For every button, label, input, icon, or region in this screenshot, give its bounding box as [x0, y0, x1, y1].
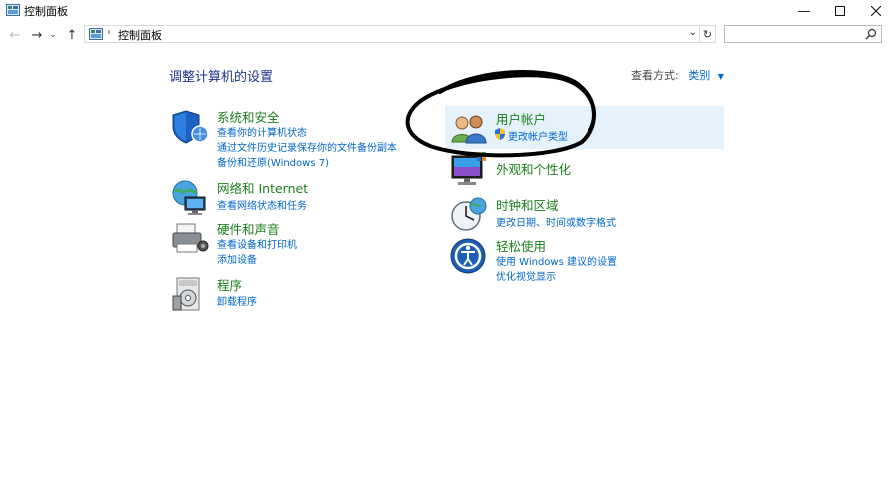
hand-drawn-circle-annotation [405, 69, 596, 158]
link-change-date-time-format[interactable]: 更改日期、时间或数字格式 [496, 214, 616, 229]
window-title: 控制面板 [24, 5, 68, 18]
arrow-up-icon: ↑ [66, 27, 78, 43]
link-change-account-type[interactable]: 更改帐户类型 [508, 128, 568, 143]
shield-icon [172, 110, 209, 144]
maximize-icon [835, 6, 845, 16]
category-programs: 程序 卸载程序 [171, 276, 431, 314]
view-by: 查看方式: 类别 ▼ [631, 67, 724, 83]
clock-globe-icon [451, 197, 487, 231]
maximize-button[interactable] [822, 0, 858, 22]
back-button[interactable]: ← [6, 26, 24, 44]
page-title: 调整计算机的设置 [169, 70, 274, 85]
refresh-icon: ↻ [702, 27, 713, 41]
link-view-computer-status[interactable]: 查看你的计算机状态 [217, 124, 307, 139]
control-panel-icon [6, 4, 20, 16]
address-bar[interactable]: › 控制面板 ⌄ [84, 25, 700, 43]
close-button[interactable] [858, 0, 894, 22]
close-icon [871, 6, 881, 16]
view-by-label: 查看方式: [631, 69, 679, 82]
users-icon [451, 115, 487, 144]
navigation-bar: ← → ⌄ ↑ › 控制面板 ⌄ ↻ [0, 24, 894, 46]
minimize-button[interactable]: — [786, 0, 822, 22]
category-appearance: 外观和个性化 [450, 152, 720, 190]
arrow-left-icon: ← [9, 27, 21, 43]
chevron-down-icon[interactable]: ⌄ [689, 27, 697, 38]
category-title-programs[interactable]: 程序 [217, 275, 242, 294]
arrow-right-icon: → [31, 27, 43, 43]
category-hardware-sound: 硬件和声音 查看设备和打印机 添加设备 [171, 220, 431, 266]
chevron-down-icon: ⌄ [49, 30, 57, 40]
link-devices-printers[interactable]: 查看设备和打印机 [217, 236, 297, 251]
link-uninstall-program[interactable]: 卸载程序 [217, 293, 257, 308]
programs-disc-icon [172, 277, 200, 311]
forward-button[interactable]: → [28, 26, 46, 44]
link-network-status[interactable]: 查看网络状态和任务 [217, 197, 307, 212]
title-bar: 控制面板 — [0, 0, 894, 22]
up-button[interactable]: ↑ [63, 26, 81, 44]
ease-of-access-icon [450, 238, 486, 274]
category-clock-region: 时钟和区域 更改日期、时间或数字格式 [450, 196, 720, 234]
link-windows-suggested-settings[interactable]: 使用 Windows 建议的设置 [496, 253, 617, 268]
chevron-right-icon: › [107, 27, 111, 38]
link-add-device[interactable]: 添加设备 [217, 251, 257, 266]
breadcrumb-control-panel[interactable]: 控制面板 [118, 27, 162, 43]
category-user-accounts: 用户帐户 更改帐户类型 [450, 110, 720, 146]
view-by-dropdown[interactable]: 类别 [688, 69, 710, 82]
search-input[interactable] [727, 27, 857, 41]
category-title-user-accounts[interactable]: 用户帐户 [496, 109, 546, 128]
network-globe-icon [172, 180, 206, 215]
monitor-palette-icon [451, 152, 486, 185]
link-optimize-visual-display[interactable]: 优化视觉显示 [496, 268, 556, 283]
uac-shield-icon [495, 128, 505, 140]
caret-down-icon[interactable]: ▼ [718, 72, 724, 81]
link-file-history[interactable]: 通过文件历史记录保存你的文件备份副本 [217, 139, 397, 154]
minimize-icon: — [797, 3, 811, 19]
search-icon[interactable] [865, 28, 877, 40]
category-network-internet: 网络和 Internet 查看网络状态和任务 [171, 179, 431, 217]
refresh-button[interactable]: ↻ [700, 25, 716, 43]
category-title-clock-region[interactable]: 时钟和区域 [496, 195, 559, 214]
category-title-appearance[interactable]: 外观和个性化 [496, 159, 571, 178]
control-panel-icon [89, 28, 103, 40]
printer-icon [172, 223, 209, 253]
category-title-network-internet[interactable]: 网络和 Internet [217, 178, 308, 197]
category-system-security: 系统和安全 查看你的计算机状态 通过文件历史记录保存你的文件备份副本 备份和还原… [171, 108, 431, 169]
category-ease-of-access: 轻松使用 使用 Windows 建议的设置 优化视觉显示 [450, 237, 720, 283]
recent-locations-button[interactable]: ⌄ [47, 26, 59, 44]
link-backup-restore[interactable]: 备份和还原(Windows 7) [217, 154, 329, 169]
search-box[interactable] [724, 25, 882, 43]
